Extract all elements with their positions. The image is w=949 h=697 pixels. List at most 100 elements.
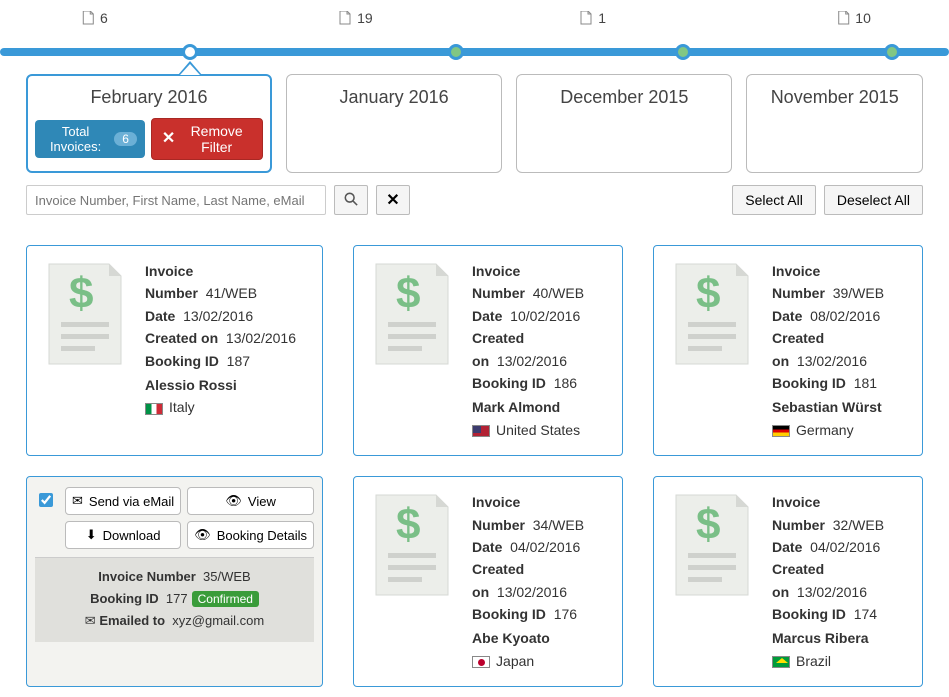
eye-icon: 👁 xyxy=(225,493,242,509)
search-row: ✕ Select All Deselect All xyxy=(0,173,949,215)
total-invoices-badge: Total Invoices: 6 xyxy=(35,120,145,158)
label-date: Date xyxy=(472,308,502,324)
invoice-card[interactable]: $ Invoice Number 40/WEB Date 10/02/2016 … xyxy=(353,245,623,456)
svg-text:$: $ xyxy=(396,500,420,549)
view-button[interactable]: 👁View xyxy=(187,487,314,515)
month-row: February 2016 Total Invoices: 6 ✕ Remove… xyxy=(0,74,949,173)
value-created-on: 13/02/2016 xyxy=(226,330,296,346)
search-input[interactable] xyxy=(26,185,326,215)
invoice-info: Invoice Number 39/WEB Date 08/02/2016 Cr… xyxy=(772,260,908,441)
timeline-bar xyxy=(0,32,949,62)
status-badge: Confirmed xyxy=(192,591,259,607)
timeline-counts: 6 19 1 10 xyxy=(0,10,949,26)
label-created-on: Created on xyxy=(145,330,218,346)
send-email-label: Send via eMail xyxy=(89,494,174,509)
clear-search-button[interactable]: ✕ xyxy=(376,185,410,215)
select-all-button[interactable]: Select All xyxy=(732,185,816,215)
download-button[interactable]: ⬇Download xyxy=(65,521,181,549)
month-box-jan[interactable]: January 2016 xyxy=(286,74,502,173)
label-date: Date xyxy=(772,308,802,324)
label-booking-id: Booking ID xyxy=(472,606,546,622)
invoice-info: Invoice Number 40/WEB Date 10/02/2016 Cr… xyxy=(472,260,608,441)
svg-text:$: $ xyxy=(396,269,420,318)
label-invoice-number: Invoice Number xyxy=(472,494,525,532)
timeline-count-label: 6 xyxy=(100,10,108,26)
timeline-dot-feb[interactable] xyxy=(182,44,198,60)
booking-details-label: Booking Details xyxy=(217,528,307,543)
country: Italy xyxy=(169,399,195,415)
value-created-on: 13/02/2016 xyxy=(497,353,567,369)
label-emailed-to: Emailed to xyxy=(99,613,165,628)
month-label: November 2015 xyxy=(755,87,914,108)
month-label: February 2016 xyxy=(35,87,263,108)
timeline-count-3: 10 xyxy=(735,10,949,26)
timeline-count-0: 6 xyxy=(0,10,214,26)
invoice-thumb: $ xyxy=(668,491,758,672)
customer-name: Abe Kyoato xyxy=(472,627,608,649)
booking-details-button[interactable]: 👁Booking Details xyxy=(187,521,314,549)
selected-meta: Invoice Number 35/WEB Booking ID 177 Conf… xyxy=(35,557,314,642)
label-booking-id: Booking ID xyxy=(772,375,846,391)
month-box-feb[interactable]: February 2016 Total Invoices: 6 ✕ Remove… xyxy=(26,74,272,173)
search-icon xyxy=(344,192,358,209)
download-label: Download xyxy=(103,528,161,543)
country: Brazil xyxy=(796,653,831,669)
value-created-on: 13/02/2016 xyxy=(797,353,867,369)
total-invoices-count: 6 xyxy=(114,132,137,146)
value-date: 13/02/2016 xyxy=(183,308,253,324)
timeline-count-1: 19 xyxy=(237,10,474,26)
document-icon xyxy=(580,11,592,25)
value-date: 04/02/2016 xyxy=(510,539,580,555)
close-icon: ✕ xyxy=(162,131,175,147)
label-invoice-number: Invoice Number xyxy=(772,263,825,301)
send-email-button[interactable]: ✉ Send via eMail xyxy=(65,487,181,515)
value-created-on: 13/02/2016 xyxy=(497,584,567,600)
value-date: 08/02/2016 xyxy=(810,308,880,324)
label-booking-id: Booking ID xyxy=(90,591,159,606)
envelope-icon: ✉ xyxy=(85,613,96,628)
invoice-thumb: $ xyxy=(668,260,758,441)
close-icon: ✕ xyxy=(386,190,399,210)
flag-icon xyxy=(472,656,490,668)
label-invoice-number: Invoice Number xyxy=(98,569,196,584)
invoice-card[interactable]: $ Invoice Number 34/WEB Date 04/02/2016 … xyxy=(353,476,623,687)
value-booking-id: 176 xyxy=(554,606,577,622)
invoice-card[interactable]: $ Invoice Number 41/WEB Date 13/02/2016 … xyxy=(26,245,323,456)
selected-panel: ✉Send via eMail 👁View ⬇Download 👁Booking… xyxy=(35,487,314,676)
timeline-count-2: 1 xyxy=(475,10,712,26)
label-booking-id: Booking ID xyxy=(472,375,546,391)
country: Japan xyxy=(496,653,534,669)
document-icon xyxy=(339,11,351,25)
month-label: January 2016 xyxy=(295,87,493,108)
flag-icon xyxy=(145,403,163,415)
document-icon xyxy=(837,11,849,25)
value-booking-id: 174 xyxy=(854,606,877,622)
value-invoice-number: 39/WEB xyxy=(833,285,884,301)
label-booking-id: Booking ID xyxy=(145,353,219,369)
remove-filter-button[interactable]: ✕ Remove Filter xyxy=(151,118,263,160)
envelope-icon: ✉ xyxy=(72,493,83,509)
timeline-dot-dec[interactable] xyxy=(675,44,691,60)
select-checkbox[interactable] xyxy=(39,493,53,507)
invoice-info: Invoice Number 34/WEB Date 04/02/2016 Cr… xyxy=(472,491,608,672)
customer-name: Marcus Ribera xyxy=(772,627,908,649)
invoice-card-selected[interactable]: ✉Send via eMail 👁View ⬇Download 👁Booking… xyxy=(26,476,323,687)
flag-icon xyxy=(772,425,790,437)
month-box-dec[interactable]: December 2015 xyxy=(516,74,732,173)
value-invoice-number: 35/WEB xyxy=(203,569,251,584)
deselect-all-button[interactable]: Deselect All xyxy=(824,185,923,215)
value-booking-id: 177 xyxy=(166,591,188,606)
invoice-card[interactable]: $ Invoice Number 39/WEB Date 08/02/2016 … xyxy=(653,245,923,456)
value-invoice-number: 34/WEB xyxy=(533,517,584,533)
timeline-dot-nov[interactable] xyxy=(884,44,900,60)
search-button[interactable] xyxy=(334,185,368,215)
month-box-nov[interactable]: November 2015 xyxy=(746,74,923,173)
invoice-card[interactable]: $ Invoice Number 32/WEB Date 04/02/2016 … xyxy=(653,476,923,687)
value-invoice-number: 41/WEB xyxy=(206,285,257,301)
timeline-dot-jan[interactable] xyxy=(448,44,464,60)
timeline-line xyxy=(0,48,949,56)
timeline-count-label: 10 xyxy=(855,10,871,26)
label-date: Date xyxy=(472,539,502,555)
value-invoice-number: 32/WEB xyxy=(833,517,884,533)
document-icon xyxy=(82,11,94,25)
